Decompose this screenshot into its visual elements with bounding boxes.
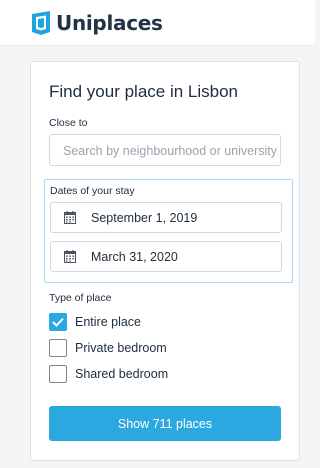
- close-to-label: Close to: [49, 117, 88, 129]
- checkbox-shared-bedroom[interactable]: Shared bedroom: [49, 364, 168, 384]
- check-out-date-field[interactable]: March 31, 2020: [50, 241, 282, 272]
- uniplaces-logo[interactable]: Uniplaces: [30, 8, 163, 38]
- check-out-value: March 31, 2020: [91, 250, 178, 264]
- checkbox-checked[interactable]: [49, 313, 67, 331]
- type-of-place-label: Type of place: [49, 292, 112, 304]
- checkbox-entire-place[interactable]: Entire place: [49, 312, 141, 332]
- checkmark-icon: [52, 317, 64, 327]
- search-input[interactable]: Search by neighbourhood or university: [49, 134, 281, 166]
- calendar-icon: [64, 211, 76, 224]
- check-in-value: September 1, 2019: [91, 211, 198, 225]
- checkbox-private-bedroom[interactable]: Private bedroom: [49, 338, 167, 358]
- top-bar: Uniplaces: [0, 0, 315, 46]
- calendar-icon: [64, 250, 76, 263]
- uniplaces-logo-icon: [32, 11, 50, 35]
- check-in-date-field[interactable]: September 1, 2019: [50, 202, 282, 233]
- checkbox-label: Private bedroom: [75, 341, 167, 355]
- dates-label: Dates of your stay: [50, 185, 135, 197]
- checkbox-unchecked[interactable]: [49, 365, 67, 383]
- checkbox-label: Shared bedroom: [75, 367, 169, 381]
- dates-field-group: Dates of your stay September 1, 2019 Mar…: [44, 179, 293, 283]
- search-card: Find your place in Lisbon Close to Searc…: [30, 61, 300, 461]
- show-places-button[interactable]: Show 711 places: [49, 406, 281, 441]
- checkbox-label: Entire place: [75, 315, 142, 329]
- card-title: Find your place in Lisbon: [49, 82, 239, 101]
- brand-name: Uniplaces: [56, 11, 163, 35]
- checkbox-unchecked[interactable]: [49, 339, 67, 357]
